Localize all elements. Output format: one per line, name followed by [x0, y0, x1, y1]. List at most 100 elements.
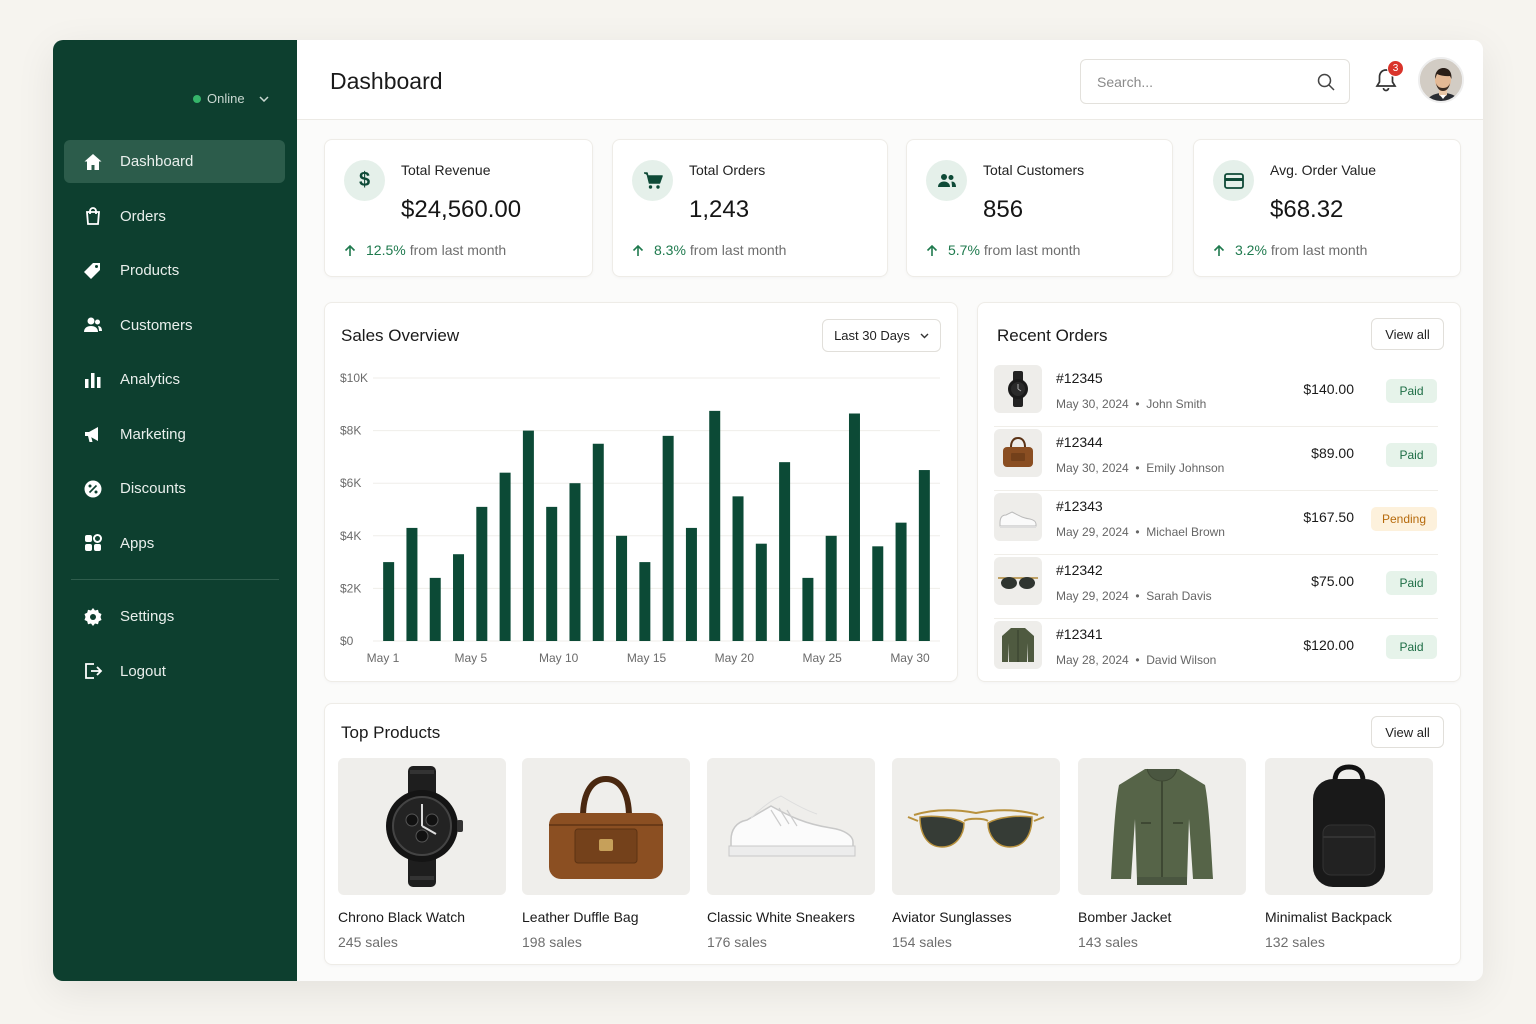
arrow-up-icon: [632, 244, 644, 256]
chart-bar[interactable]: [918, 470, 930, 641]
product-sales: 154 sales: [892, 934, 952, 950]
app-window: Online Dashboard Orders Products Custome…: [53, 40, 1483, 981]
chart-bar[interactable]: [546, 506, 558, 641]
y-tick-label: $10K: [340, 371, 368, 385]
avatar[interactable]: [1418, 57, 1464, 103]
sidebar-item-marketing[interactable]: Marketing: [64, 413, 285, 456]
product-sales: 176 sales: [707, 934, 767, 950]
sidebar-item-logout[interactable]: Logout: [64, 650, 285, 693]
stat-value: 1,243: [689, 196, 750, 223]
order-row[interactable]: #12345 May 30, 2024 • John Smith $140.00…: [994, 363, 1438, 427]
sidebar-item-analytics[interactable]: Analytics: [64, 358, 285, 401]
order-row[interactable]: #12341 May 28, 2024 • David Wilson $120.…: [994, 619, 1438, 683]
chart-bar[interactable]: [685, 527, 697, 641]
chart-bar[interactable]: [616, 535, 628, 641]
chart-bar[interactable]: [779, 462, 791, 641]
sneaker-icon: [707, 758, 875, 895]
arrow-up-icon: [926, 244, 938, 256]
status-badge: Paid: [1386, 635, 1437, 659]
chart-bar[interactable]: [825, 535, 837, 641]
chart-bar[interactable]: [453, 554, 465, 641]
y-tick-label: $0: [340, 634, 354, 648]
order-meta: May 28, 2024 • David Wilson: [1056, 653, 1217, 667]
jacket-icon: [994, 621, 1042, 669]
product-card[interactable]: Classic White Sneakers 176 sales: [707, 758, 875, 950]
sidebar-item-label: Analytics: [120, 371, 181, 388]
search-icon[interactable]: [1317, 73, 1335, 91]
search-box[interactable]: [1080, 59, 1350, 104]
order-row[interactable]: #12344 May 30, 2024 • Emily Johnson $89.…: [994, 427, 1438, 491]
chart-bar[interactable]: [592, 443, 604, 641]
apps-icon: [82, 532, 104, 554]
sidebar-item-apps[interactable]: Apps: [64, 522, 285, 565]
x-tick-label: May 25: [802, 651, 842, 665]
online-status-dropdown[interactable]: Online: [193, 91, 269, 106]
order-row[interactable]: #12342 May 29, 2024 • Sarah Davis $75.00…: [994, 555, 1438, 619]
chart-bar[interactable]: [755, 543, 767, 641]
chart-bar[interactable]: [872, 546, 884, 641]
product-card[interactable]: Aviator Sunglasses 154 sales: [892, 758, 1060, 950]
stat-change-percent: 8.3%: [654, 242, 686, 258]
order-amount: $89.00: [1311, 445, 1354, 461]
watch-icon: [994, 365, 1042, 413]
stat-value: 856: [983, 196, 1024, 223]
product-name: Leather Duffle Bag: [522, 909, 639, 925]
chart-bar[interactable]: [732, 496, 744, 641]
stat-value: $68.32: [1270, 196, 1344, 223]
jacket-icon: [1078, 758, 1246, 895]
chart-bar[interactable]: [848, 413, 860, 641]
chart-bar[interactable]: [569, 483, 581, 641]
chart-bar[interactable]: [429, 577, 441, 641]
search-input[interactable]: [1097, 73, 1317, 90]
sidebar: Online Dashboard Orders Products Custome…: [53, 40, 297, 981]
order-amount: $75.00: [1311, 573, 1354, 589]
product-card[interactable]: Leather Duffle Bag 198 sales: [522, 758, 690, 950]
chart-bar[interactable]: [709, 410, 721, 641]
chart-bar[interactable]: [406, 527, 418, 641]
bag-icon: [82, 205, 104, 227]
chart-bar[interactable]: [895, 522, 907, 641]
order-customer: Emily Johnson: [1146, 461, 1225, 475]
product-card[interactable]: Minimalist Backpack 132 sales: [1265, 758, 1433, 950]
chart-bar[interactable]: [383, 562, 395, 641]
order-date: May 28, 2024: [1056, 653, 1129, 667]
sidebar-item-label: Orders: [120, 207, 166, 225]
megaphone-icon: [82, 423, 104, 445]
users-icon: [926, 160, 967, 201]
chart-bar[interactable]: [499, 472, 511, 641]
product-card[interactable]: Bomber Jacket 143 sales: [1078, 758, 1246, 950]
product-sales: 132 sales: [1265, 934, 1325, 950]
stat-label: Avg. Order Value: [1270, 162, 1377, 178]
tag-icon: [82, 260, 104, 282]
sidebar-item-label: Discounts: [120, 480, 186, 497]
logout-icon: [82, 660, 104, 682]
chart-bar[interactable]: [639, 562, 651, 641]
sidebar-item-label: Products: [120, 262, 180, 279]
chart-bar[interactable]: [662, 435, 674, 641]
order-meta: May 30, 2024 • Emily Johnson: [1056, 461, 1225, 475]
stat-change-suffix: from last month: [409, 242, 507, 258]
status-badge: Paid: [1386, 379, 1437, 403]
chart-bar[interactable]: [476, 506, 488, 641]
sales-overview-card: Sales Overview Last 30 Days $10K $8K $6K $4…: [324, 302, 958, 682]
sidebar-item-orders[interactable]: Orders: [64, 195, 285, 238]
sidebar-item-dashboard[interactable]: Dashboard: [64, 140, 285, 183]
chart-bar[interactable]: [802, 577, 814, 641]
view-all-products-button[interactable]: View all: [1371, 716, 1444, 748]
product-sales: 245 sales: [338, 934, 398, 950]
sidebar-item-label: Marketing: [120, 425, 186, 443]
order-customer: Michael Brown: [1146, 525, 1225, 539]
view-all-orders-button[interactable]: View all: [1371, 318, 1444, 350]
order-meta: May 29, 2024 • Michael Brown: [1056, 525, 1225, 539]
users-icon: [82, 314, 104, 336]
sidebar-item-discounts[interactable]: Discounts: [64, 467, 285, 510]
chart-bar[interactable]: [522, 430, 534, 641]
order-date: May 30, 2024: [1056, 461, 1129, 475]
product-card[interactable]: Chrono Black Watch 245 sales: [338, 758, 506, 950]
sidebar-item-settings[interactable]: Settings: [64, 595, 285, 638]
sidebar-item-customers[interactable]: Customers: [64, 304, 285, 347]
sidebar-item-label: Customers: [120, 316, 193, 334]
sidebar-item-products[interactable]: Products: [64, 249, 285, 292]
x-tick-label: May 30: [890, 651, 930, 665]
order-row[interactable]: #12343 May 29, 2024 • Michael Brown $167…: [994, 491, 1438, 555]
